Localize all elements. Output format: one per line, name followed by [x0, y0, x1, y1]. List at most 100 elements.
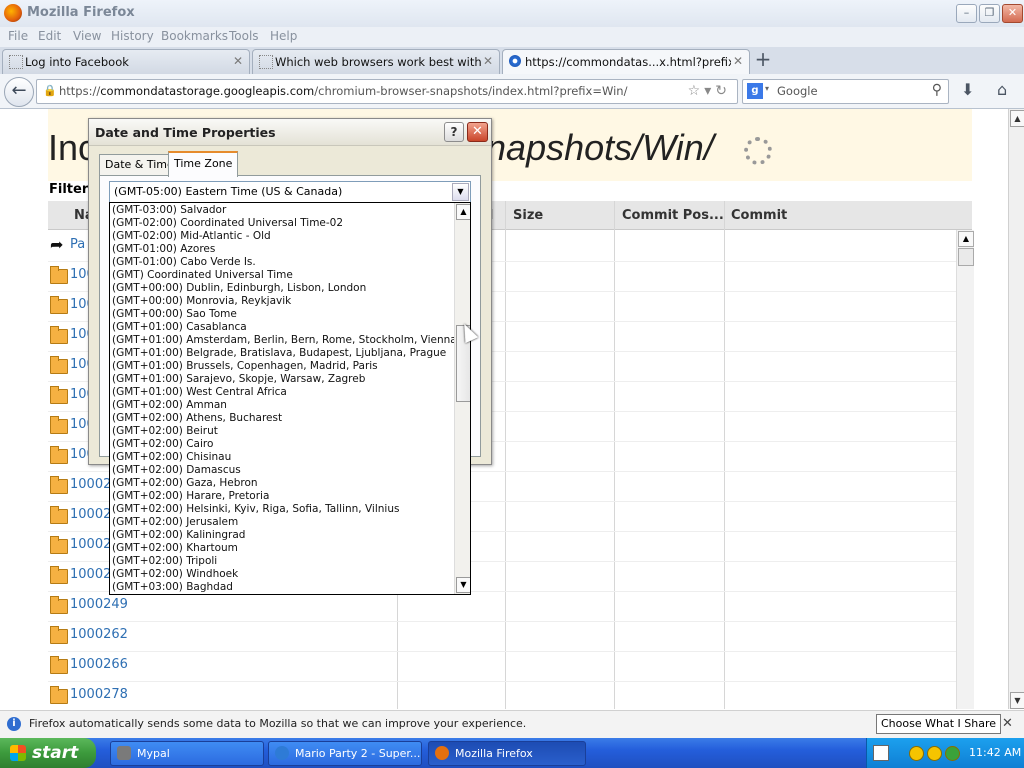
close-window-button[interactable]: ✕ — [1002, 4, 1023, 23]
menu-bookmarks[interactable]: Bookmarks — [161, 29, 228, 43]
list-item[interactable]: (GMT+02:00) Chisinau — [112, 451, 231, 464]
list-item[interactable]: (GMT-01:00) Azores — [112, 243, 215, 256]
menu-edit[interactable]: Edit — [38, 29, 61, 43]
tab-commondatastorage[interactable]: https://commondatas...x.html?prefix=Win/… — [502, 49, 750, 75]
taskbar-item-mario-party[interactable]: Mario Party 2 - Super... — [268, 741, 422, 766]
new-tab-button[interactable]: + — [751, 49, 775, 71]
taskbar-item-mypal[interactable]: Mypal — [110, 741, 264, 766]
table-row[interactable]: 1000262 — [48, 621, 956, 652]
list-item[interactable]: (GMT-03:00) Salvador — [112, 204, 226, 217]
list-item[interactable]: (GMT+01:00) Amsterdam, Berlin, Bern, Rom… — [112, 334, 457, 347]
folder-link[interactable]: 10002 — [70, 507, 111, 522]
chevron-down-icon[interactable]: ▼ — [452, 183, 469, 201]
folder-link[interactable]: 10002 — [70, 477, 111, 492]
folder-link[interactable]: 1000278 — [70, 687, 128, 702]
dialog-title-bar[interactable]: Date and Time Properties ? ✕ — [89, 119, 491, 146]
scroll-down-icon[interactable]: ▼ — [1010, 692, 1024, 709]
search-bar[interactable]: g ▾ Google ⚲ — [742, 79, 949, 104]
column-commit-position[interactable]: Commit Pos... — [622, 208, 724, 223]
list-item[interactable]: (GMT-02:00) Coordinated Universal Time-0… — [112, 217, 343, 230]
taskbar-item-firefox[interactable]: Mozilla Firefox — [428, 741, 586, 766]
minimize-button[interactable]: – — [956, 4, 977, 23]
list-item[interactable]: (GMT+02:00) Athens, Bucharest — [112, 412, 282, 425]
page-scrollbar[interactable]: ▲ ▼ — [1008, 109, 1024, 709]
list-item[interactable]: (GMT+02:00) Khartoum — [112, 542, 238, 555]
list-item[interactable]: (GMT) Coordinated Universal Time — [112, 269, 293, 282]
list-item[interactable]: (GMT-01:00) Cabo Verde Is. — [112, 256, 256, 269]
list-item[interactable]: (GMT+00:00) Monrovia, Reykjavik — [112, 295, 291, 308]
list-item[interactable]: (GMT+01:00) West Central Africa — [112, 386, 287, 399]
table-row[interactable]: 1000266 — [48, 651, 956, 682]
engine-dropdown-icon[interactable]: ▾ — [765, 84, 769, 93]
list-item[interactable]: (GMT+02:00) Tripoli — [112, 555, 217, 568]
grid-scrollbar[interactable]: ▲ — [956, 230, 974, 709]
start-button[interactable]: start — [0, 738, 96, 768]
list-item[interactable]: (GMT+00:00) Sao Tome — [112, 308, 237, 321]
list-item[interactable]: (GMT+00:00) Dublin, Edinburgh, Lisbon, L… — [112, 282, 366, 295]
downloads-icon[interactable]: ⬇ — [961, 80, 974, 99]
list-item[interactable]: (GMT+02:00) Kaliningrad — [112, 529, 245, 542]
time-zone-list[interactable]: (GMT-03:00) Salvador (GMT-02:00) Coordin… — [109, 202, 471, 595]
home-icon[interactable]: ⌂ — [997, 80, 1007, 99]
keyboard-icon[interactable] — [873, 745, 889, 761]
folder-link[interactable]: 1000266 — [70, 657, 128, 672]
list-item[interactable]: (GMT+02:00) Harare, Pretoria — [112, 490, 269, 503]
column-size[interactable]: Size — [513, 208, 543, 223]
list-item[interactable]: (GMT+01:00) Casablanca — [112, 321, 247, 334]
list-item[interactable]: (GMT+02:00) Windhoek — [112, 568, 238, 581]
list-item[interactable]: (GMT+02:00) Damascus — [112, 464, 241, 477]
table-row[interactable]: 1000278 — [48, 681, 956, 709]
close-tab-icon[interactable]: ✕ — [233, 54, 243, 68]
dropdown-icon[interactable]: ▾ — [704, 83, 715, 99]
google-engine-icon[interactable]: g — [747, 83, 763, 99]
close-tab-icon[interactable]: ✕ — [733, 54, 743, 68]
scroll-down-icon[interactable]: ▼ — [456, 577, 470, 593]
dialog-close-button[interactable]: ✕ — [467, 122, 488, 142]
choose-what-i-share-button[interactable]: Choose What I Share — [876, 714, 1001, 734]
scroll-up-icon[interactable]: ▲ — [456, 204, 470, 220]
menu-tools[interactable]: Tools — [229, 29, 259, 43]
scroll-thumb[interactable] — [958, 248, 974, 266]
search-icon[interactable]: ⚲ — [932, 82, 942, 98]
list-item[interactable]: (GMT+02:00) Cairo — [112, 438, 213, 451]
time-zone-select[interactable]: (GMT-05:00) Eastern Time (US & Canada) ▼ — [109, 181, 471, 203]
help-button[interactable]: ? — [444, 122, 464, 142]
tab-facebook-login[interactable]: Log into Facebook ✕ — [2, 49, 250, 74]
list-item[interactable]: (GMT-02:00) Mid-Atlantic - Old — [112, 230, 271, 243]
list-item[interactable]: (GMT+02:00) Gaza, Hebron — [112, 477, 258, 490]
tab-browsers-facebook[interactable]: Which web browsers work best with Face..… — [252, 49, 500, 74]
list-item[interactable]: (GMT+02:00) Beirut — [112, 425, 218, 438]
folder-link[interactable]: 10002 — [70, 567, 111, 582]
folder-link[interactable]: 1000249 — [70, 597, 128, 612]
scroll-up-icon[interactable]: ▲ — [1010, 110, 1024, 127]
reload-icon[interactable]: ↻ — [715, 83, 731, 99]
shield-icon[interactable] — [909, 746, 924, 761]
menu-file[interactable]: File — [8, 29, 28, 43]
restore-button[interactable]: ❐ — [979, 4, 1000, 23]
shield-icon[interactable] — [927, 746, 942, 761]
folder-link[interactable]: 1000262 — [70, 627, 128, 642]
url-bar[interactable]: 🔒 https://commondatastorage.googleapis.c… — [36, 79, 738, 104]
list-item[interactable]: (GMT+01:00) Belgrade, Bratislava, Budape… — [112, 347, 446, 360]
list-item[interactable]: (GMT+02:00) Helsinki, Kyiv, Riga, Sofia,… — [112, 503, 399, 516]
bookmark-star-icon[interactable]: ☆ — [688, 83, 705, 99]
list-item[interactable]: (GMT+01:00) Sarajevo, Skopje, Warsaw, Za… — [112, 373, 365, 386]
close-tab-icon[interactable]: ✕ — [483, 54, 493, 68]
parent-link[interactable]: Pa — [70, 237, 85, 252]
back-button[interactable]: ← — [4, 77, 34, 107]
menu-history[interactable]: History — [111, 29, 154, 43]
scroll-up-icon[interactable]: ▲ — [958, 231, 974, 247]
close-icon[interactable]: ✕ — [1002, 716, 1013, 731]
tray-icon[interactable] — [945, 746, 960, 761]
list-item[interactable]: (GMT+02:00) Jerusalem — [112, 516, 238, 529]
list-item[interactable]: (GMT+03:00) Baghdad — [112, 581, 233, 594]
list-item[interactable]: (GMT+01:00) Brussels, Copenhagen, Madrid… — [112, 360, 378, 373]
menu-view[interactable]: View — [73, 29, 101, 43]
table-row[interactable]: 1000249 — [48, 591, 956, 622]
list-item[interactable]: (GMT+02:00) Amman — [112, 399, 227, 412]
list-scrollbar[interactable]: ▲ ▼ — [454, 203, 470, 594]
tab-time-zone[interactable]: Time Zone — [168, 151, 239, 177]
folder-link[interactable]: 10002 — [70, 537, 111, 552]
menu-help[interactable]: Help — [270, 29, 297, 43]
column-commit[interactable]: Commit — [731, 208, 787, 223]
